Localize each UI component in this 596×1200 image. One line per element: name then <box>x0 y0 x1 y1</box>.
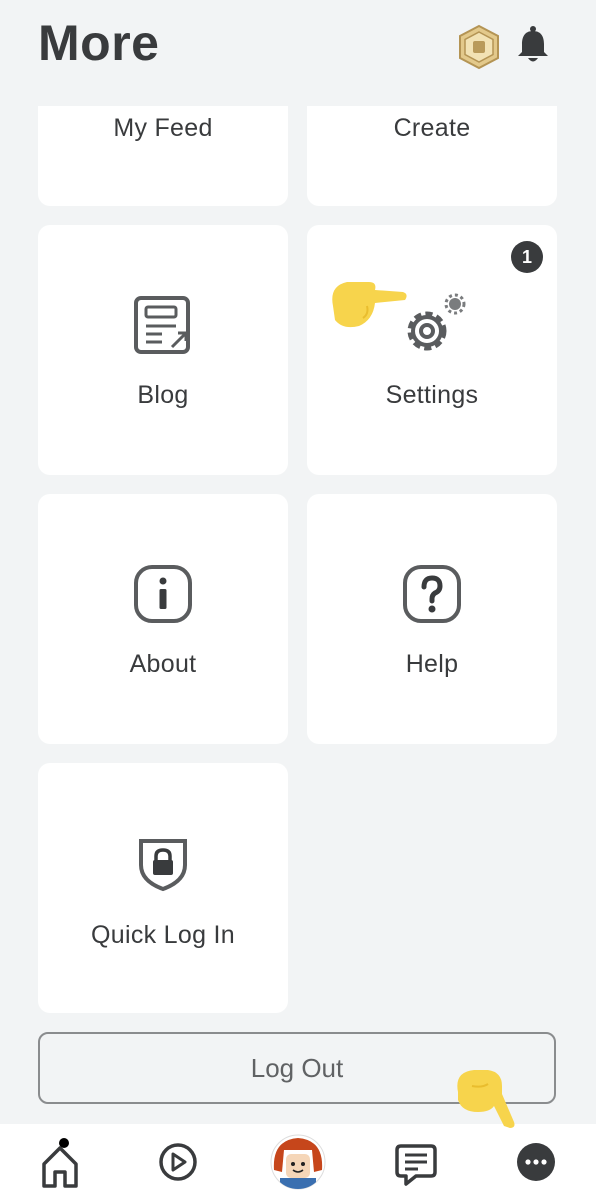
nav-more[interactable] <box>506 1134 566 1194</box>
help-icon <box>403 565 461 623</box>
tile-settings-label: Settings <box>385 381 479 409</box>
bell-icon <box>518 26 548 62</box>
tile-quick-log-in[interactable]: Quick Log In <box>38 763 288 1013</box>
tile-settings[interactable]: 1 Settings <box>307 225 557 475</box>
tile-create-label: Create <box>393 114 471 142</box>
nav-avatar[interactable] <box>268 1134 328 1194</box>
shield-lock-icon <box>139 839 187 892</box>
nav-home[interactable] <box>30 1134 90 1194</box>
pointing-hand-icon <box>332 282 407 328</box>
play-icon <box>159 1143 197 1181</box>
tile-help[interactable]: Help <box>307 494 557 744</box>
notification-badge: 1 <box>511 241 543 273</box>
robux-button[interactable] <box>456 24 502 70</box>
more-icon <box>517 1143 555 1181</box>
nav-discover[interactable] <box>148 1134 208 1194</box>
info-icon <box>134 565 192 623</box>
blog-icon <box>134 296 190 354</box>
tile-my-feed-label: My Feed <box>113 114 213 142</box>
page-title: More <box>38 15 160 71</box>
tile-about[interactable]: About <box>38 494 288 744</box>
tile-help-label: Help <box>405 650 459 678</box>
avatar-icon <box>270 1134 326 1190</box>
robux-icon <box>459 24 499 70</box>
tile-blog-label: Blog <box>137 381 189 409</box>
tile-quick-log-in-label: Quick Log In <box>91 921 235 949</box>
pointing-hand-icon <box>457 1070 515 1128</box>
chat-icon <box>395 1144 437 1186</box>
home-icon <box>42 1138 78 1188</box>
nav-chat[interactable] <box>386 1134 446 1194</box>
header: More <box>0 0 596 106</box>
notifications-button[interactable] <box>514 24 552 66</box>
tile-about-label: About <box>129 650 197 678</box>
tile-blog[interactable]: Blog <box>38 225 288 475</box>
